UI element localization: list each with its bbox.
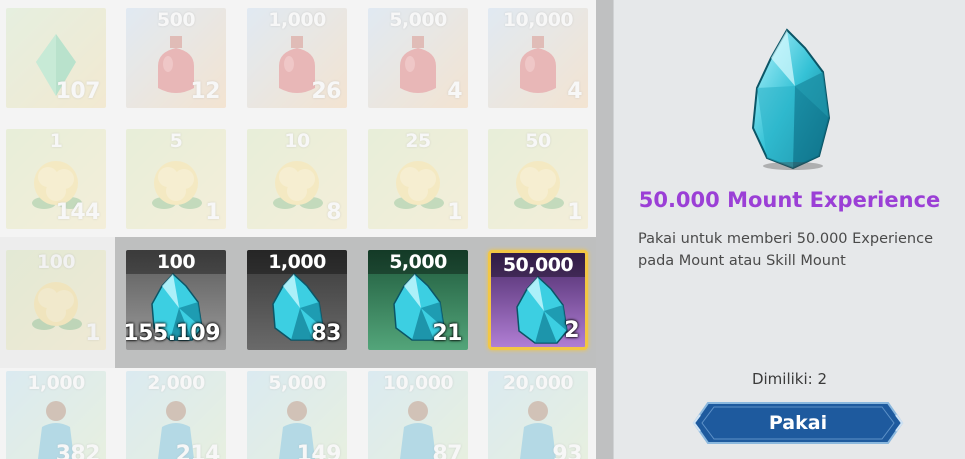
slot-exp-value: 5,000 (268, 372, 326, 394)
inventory-slot[interactable]: 25 1 (368, 129, 468, 229)
flower-icon (32, 282, 82, 330)
slot-count: 4 (567, 79, 582, 104)
slot-count: 8 (326, 200, 341, 225)
potion-icon (400, 36, 436, 93)
inventory-slot[interactable]: 10,000 87 (368, 371, 468, 459)
inventory-slot[interactable]: 51 (126, 129, 226, 229)
inventory-slot[interactable]: 1,000 83 (247, 250, 347, 350)
slot-exp-value: 5 (169, 130, 183, 152)
slot-exp-value: 500 (156, 9, 196, 31)
inventory-slot[interactable]: 1 144 (6, 129, 106, 229)
flower-icon (273, 161, 323, 209)
slot-exp-value: 5,000 (389, 9, 447, 31)
inventory-slot[interactable]: 5,000 4 (368, 8, 468, 108)
flower-icon (394, 161, 444, 209)
slot-count: 107 (55, 79, 101, 104)
owned-count: Dimiliki: 2 (751, 370, 828, 388)
slot-count: 26 (311, 79, 341, 104)
inventory-slot[interactable]: 500 12 (126, 8, 226, 108)
slot-count: 1 (567, 200, 582, 225)
slot-count: 21 (432, 321, 462, 346)
slot-count: 12 (190, 79, 220, 104)
inventory-slot[interactable]: 100 155.109 (126, 250, 226, 350)
inventory-grid: 107 500 12 1,000 26 5,000 4 10,000 4 1 144 5 1 10 8 25 1… (0, 0, 596, 459)
slot-exp-value: 10,000 (502, 9, 574, 31)
slot-count: 1 (205, 200, 220, 225)
inventory-slot[interactable]: 10 8 (247, 129, 347, 229)
item-description: Pakai untuk memberi 50.000 Experience pa… (638, 231, 934, 269)
slot-count: 93 (552, 442, 582, 459)
slot-exp-value: 20,000 (502, 372, 574, 394)
use-button[interactable]: Pakai (692, 401, 904, 445)
slot-exp-value: 25 (405, 130, 431, 152)
slot-count: 149 (296, 442, 342, 459)
slot-count: 382 (55, 442, 101, 459)
slot-exp-value: 10,000 (382, 372, 454, 394)
inventory-slot[interactable]: 20,000 93 (488, 371, 588, 459)
slot-exp-value: 50,000 (491, 253, 585, 277)
slot-exp-value: 10 (284, 130, 310, 152)
cyan-crystal-icon (751, 28, 831, 170)
slot-exp-value: 100 (36, 251, 76, 273)
slot-count: 1 (447, 200, 462, 225)
inventory-slot[interactable]: 1,000 26 (247, 8, 347, 108)
slot-exp-value: 1 (49, 130, 63, 152)
slot-count: 4 (447, 79, 462, 104)
crystal-icon (516, 275, 568, 344)
inventory-slot[interactable]: 107 (6, 8, 106, 108)
slot-exp-value: 50 (525, 130, 551, 152)
slot-count: 1 (85, 321, 100, 346)
inventory-slot[interactable]: 5,000 21 (368, 250, 468, 350)
slot-count: 2 (564, 318, 579, 343)
inventory-slot[interactable]: 50,000 2 (488, 250, 588, 350)
inventory-slot[interactable]: 1,000 382 (6, 371, 106, 459)
slot-exp-value: 1,000 (247, 250, 347, 274)
slot-exp-value: 5,000 (368, 250, 468, 274)
slot-exp-value: 1,000 (268, 9, 326, 31)
item-detail-panel: 50.000 Mount Experience Pakai untuk memb… (613, 0, 965, 459)
slot-count: 87 (432, 442, 462, 459)
inventory-slot[interactable]: 2,000 214 (126, 371, 226, 459)
slot-count: 155.109 (126, 321, 220, 346)
slot-exp-value: 2,000 (147, 372, 205, 394)
slot-exp-value: 1,000 (27, 372, 85, 394)
slot-count: 83 (311, 321, 341, 346)
game-screen: 107 500 12 1,000 26 5,000 4 10,000 4 1 144 5 1 10 8 25 1… (0, 0, 965, 459)
slot-exp-value: 100 (126, 250, 226, 274)
slot-count: 214 (175, 442, 221, 459)
flower-icon (514, 161, 564, 209)
use-button-label: Pakai (768, 412, 828, 434)
flower-icon (152, 161, 202, 209)
inventory-slot[interactable]: 5,000 149 (247, 371, 347, 459)
inventory-slot[interactable]: 10,000 4 (488, 8, 588, 108)
item-title: 50.000 Mount Experience (638, 188, 941, 212)
potion-icon (520, 36, 556, 93)
inventory-slot[interactable]: 100 1 (6, 250, 106, 350)
slot-count: 144 (55, 200, 101, 225)
inventory-slot[interactable]: 50 1 (488, 129, 588, 229)
